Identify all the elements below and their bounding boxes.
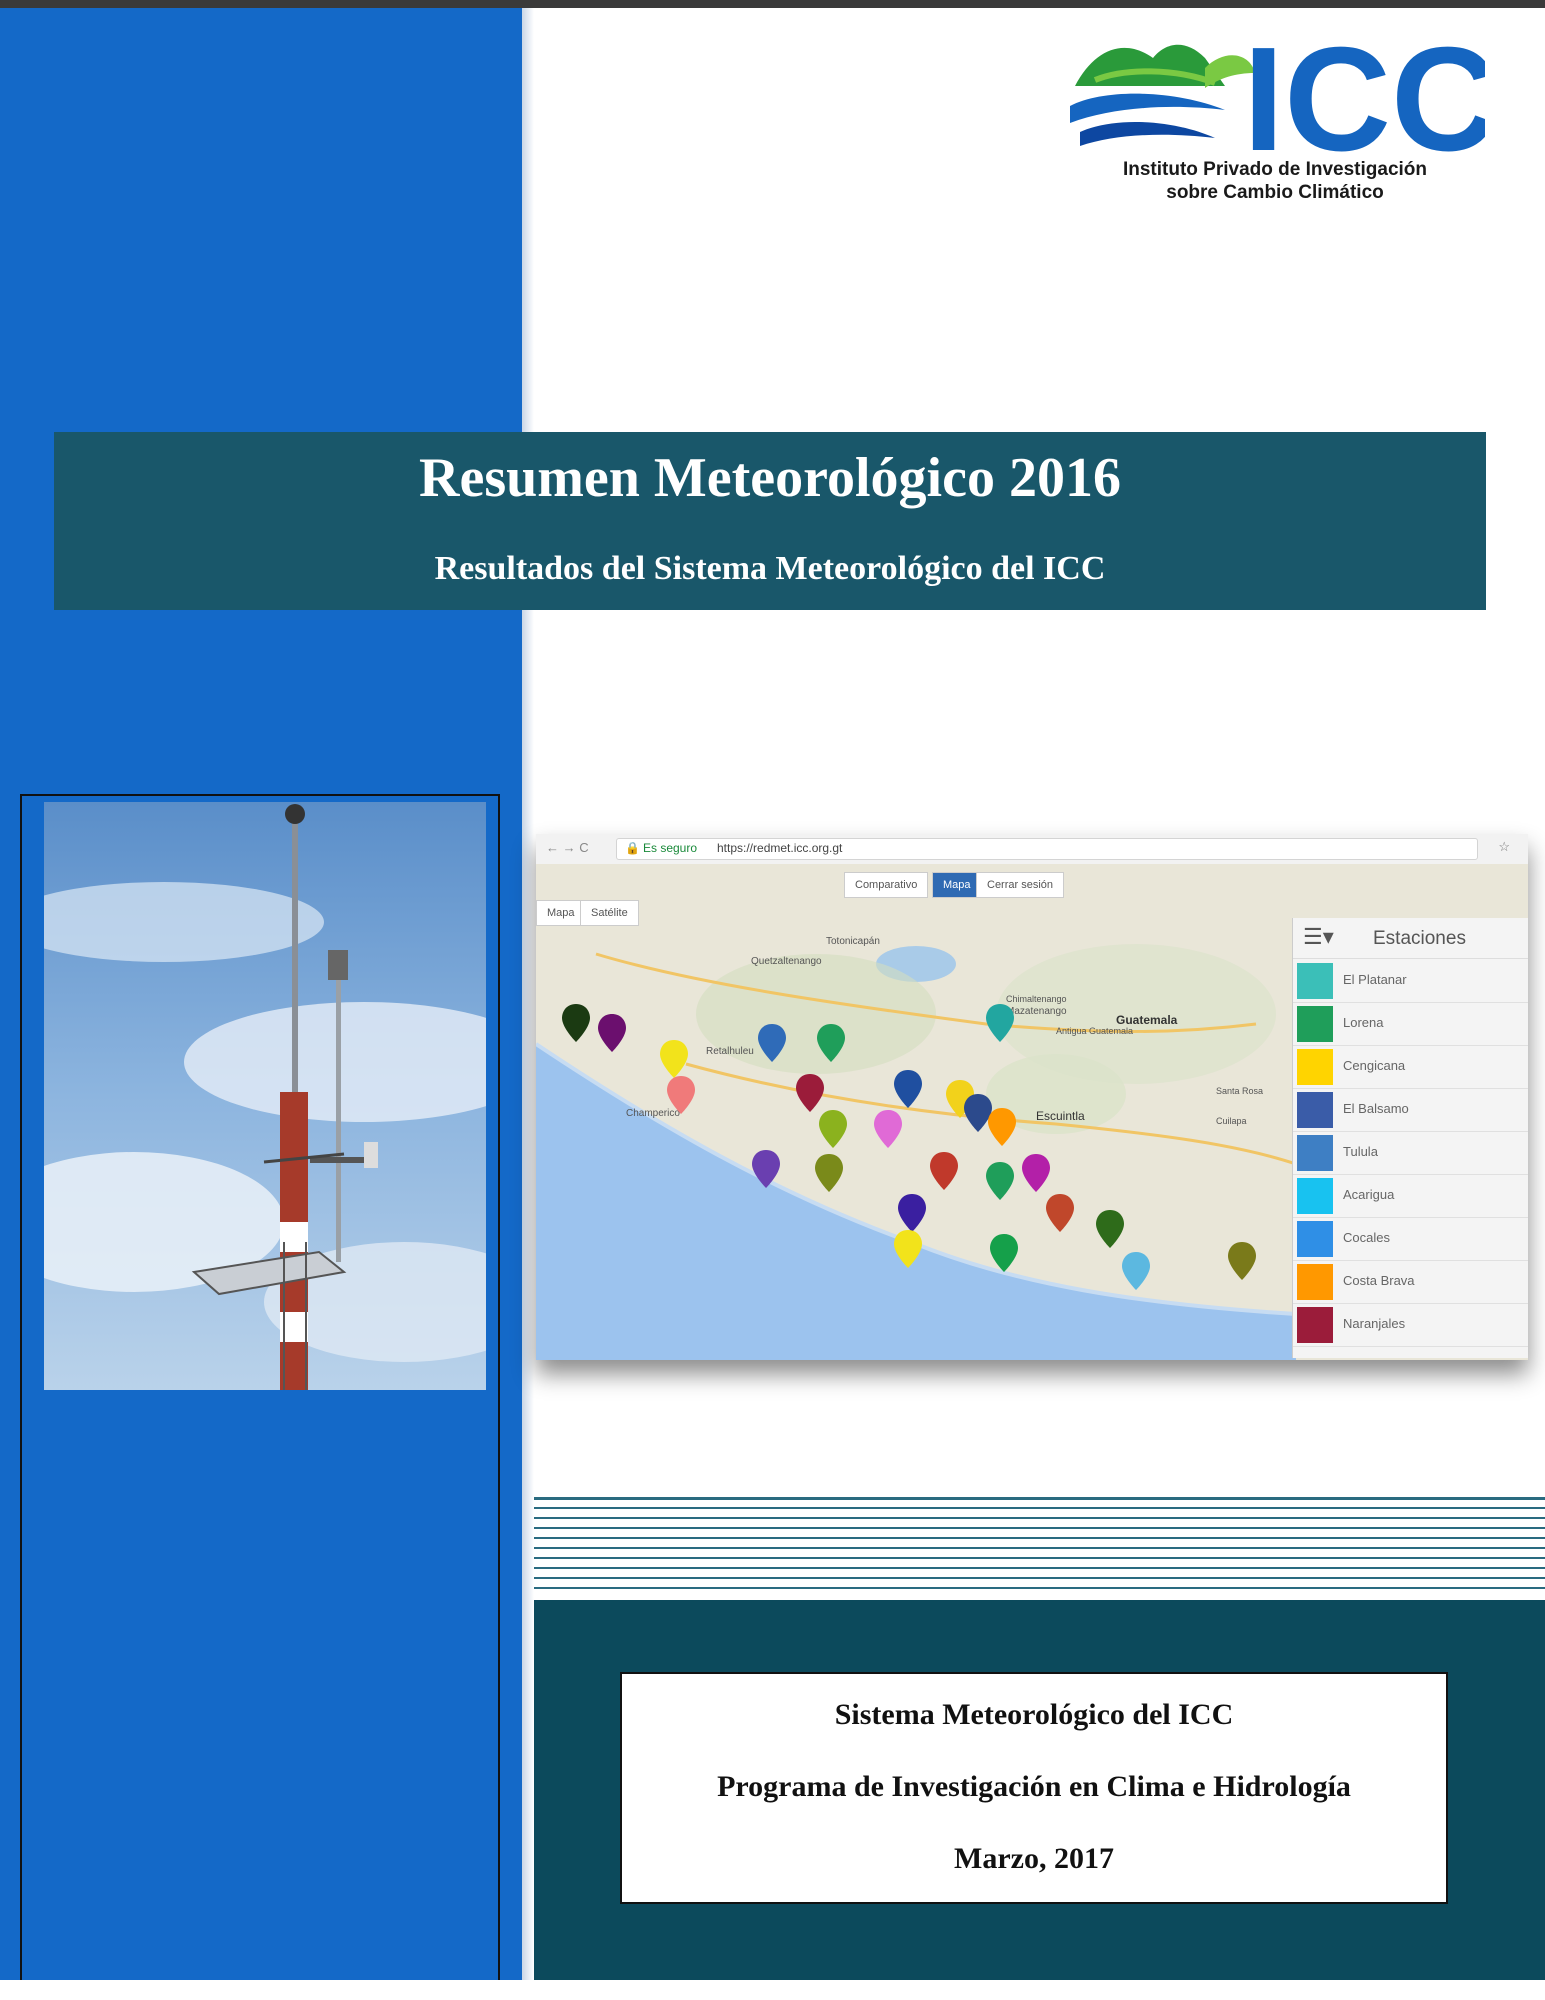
- decorative-stripes: [534, 1497, 1545, 1597]
- legend-swatch: [1297, 963, 1333, 999]
- legend-title: Estaciones: [1373, 928, 1466, 949]
- legend-row[interactable]: El Platanar: [1293, 960, 1528, 1003]
- map-label-retalhuleu: Retalhuleu: [706, 1046, 754, 1057]
- legend-label: Tulula: [1343, 1144, 1378, 1159]
- legend-row[interactable]: Acarigua: [1293, 1175, 1528, 1218]
- legend-label: Cengicana: [1343, 1058, 1406, 1073]
- map-label-chimaltenango: Chimaltenango: [1006, 994, 1067, 1004]
- mapa-button[interactable]: Mapa: [932, 872, 982, 898]
- document-subtitle: Resultados del Sistema Meteorológico del…: [434, 550, 1106, 587]
- legend-row[interactable]: Costa Brava: [1293, 1261, 1528, 1304]
- browser-address-bar: ← → C 🔒 Es seguro https://redmet.icc.org…: [536, 834, 1528, 865]
- info-box: Sistema Meteorológico del ICC Programa d…: [620, 1672, 1448, 1904]
- legend-row[interactable]: Lorena: [1293, 1003, 1528, 1046]
- map-label-guatemala: Guatemala: [1116, 1013, 1178, 1027]
- legend-swatch: [1297, 1092, 1333, 1128]
- map-label-cuilapa: Cuilapa: [1216, 1116, 1247, 1126]
- map-label-santa-rosa: Santa Rosa: [1216, 1086, 1263, 1096]
- legend-row[interactable]: Tulula: [1293, 1132, 1528, 1175]
- title-band: Resumen Meteorológico 2016 Resultados de…: [54, 432, 1486, 610]
- info-date-line: Marzo, 2017: [954, 1842, 1114, 1875]
- secure-label: Es seguro: [643, 841, 698, 855]
- legend-label: Costa Brava: [1343, 1273, 1415, 1288]
- legend-label: El Balsamo: [1343, 1101, 1409, 1116]
- bookmark-star-icon[interactable]: ☆: [1498, 839, 1510, 855]
- legend-swatch: [1297, 1135, 1333, 1171]
- logo-brand-text: ICC: [1243, 28, 1485, 158]
- legend-swatch: [1297, 1006, 1333, 1042]
- comparativo-button[interactable]: Comparativo: [844, 872, 929, 898]
- legend-swatch: [1297, 1264, 1333, 1300]
- weather-station-photo: [44, 802, 486, 1390]
- map-label-mazatenango: Mazatenango: [1006, 1006, 1067, 1017]
- map-label-escuintla: Escuintla: [1036, 1109, 1085, 1123]
- legend-label: Cocales: [1343, 1230, 1390, 1245]
- info-program-line: Programa de Investigación en Clima e Hid…: [717, 1770, 1351, 1803]
- legend-swatch: [1297, 1049, 1333, 1085]
- logo-line-1: Instituto Privado de Investigación: [1122, 159, 1428, 180]
- logo-line-2: sobre Cambio Climático: [1166, 182, 1384, 203]
- legend-label: Naranjales: [1343, 1316, 1406, 1331]
- url-text: https://redmet.icc.org.gt: [717, 841, 843, 855]
- map-type-tab-satelite[interactable]: Satélite: [580, 900, 639, 926]
- logo-caption: Instituto Privado de Investigación sobre…: [1060, 158, 1490, 204]
- map-label-totonicapan: Totonicapán: [826, 936, 880, 947]
- lock-icon: 🔒: [625, 841, 640, 855]
- web-map-screenshot: ← → C 🔒 Es seguro https://redmet.icc.org…: [536, 834, 1528, 1360]
- column-edge-shadow: [522, 8, 534, 1980]
- legend-label: El Platanar: [1343, 972, 1407, 987]
- legend-row[interactable]: Cocales: [1293, 1218, 1528, 1261]
- legend-swatch: [1297, 1221, 1333, 1257]
- legend-swatch: [1297, 1307, 1333, 1343]
- legend-row[interactable]: El Balsamo: [1293, 1089, 1528, 1132]
- map-label-champerico: Champerico: [626, 1108, 680, 1119]
- browser-nav-icons: ← → C: [546, 840, 589, 855]
- legend-swatch: [1297, 1178, 1333, 1214]
- legend-label: Acarigua: [1343, 1187, 1395, 1202]
- map-label-antigua: Antigua Guatemala: [1056, 1026, 1133, 1036]
- info-system-line: Sistema Meteorológico del ICC: [834, 1698, 1234, 1731]
- map-type-tab-mapa[interactable]: Mapa: [536, 900, 586, 926]
- legend-row[interactable]: Cengicana: [1293, 1046, 1528, 1089]
- icc-logo-mark: ICC: [1070, 17, 1498, 182]
- legend-label: Lorena: [1343, 1015, 1384, 1030]
- url-field[interactable]: 🔒 Es seguro https://redmet.icc.org.gt: [616, 838, 1478, 860]
- legend-header: ☰▾ Estaciones: [1293, 918, 1528, 959]
- hamburger-menu-icon[interactable]: ☰▾: [1303, 926, 1334, 948]
- map-label-quetzaltenango: Quetzaltenango: [751, 956, 822, 967]
- bottom-margin: [0, 1980, 1545, 2000]
- stations-legend: ☰▾ Estaciones El Platanar Lorena Cengicana…: [1292, 918, 1528, 1358]
- legend-row[interactable]: Naranjales: [1293, 1304, 1528, 1347]
- document-title: Resumen Meteorológico 2016: [419, 447, 1121, 509]
- cerrar-sesion-button[interactable]: Cerrar sesión: [976, 872, 1065, 898]
- top-border: [0, 0, 1545, 8]
